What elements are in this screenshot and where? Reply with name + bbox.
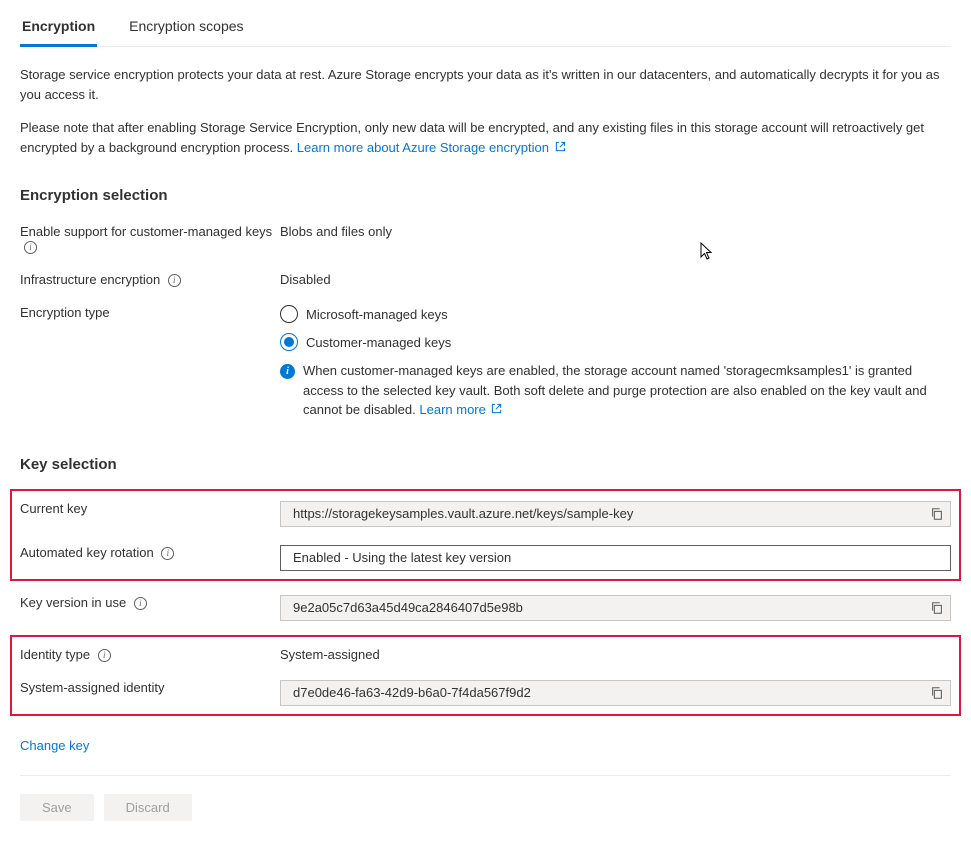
cmk-note-body: When customer-managed keys are enabled, … — [303, 363, 927, 417]
learn-more-encryption-link-text: Learn more about Azure Storage encryptio… — [297, 140, 549, 155]
label-current-key: Current key — [20, 497, 280, 516]
section-heading-key-selection: Key selection — [20, 456, 951, 473]
cmk-note: i When customer-managed keys are enabled… — [280, 361, 951, 420]
row-current-key: Current key — [20, 497, 951, 527]
learn-more-encryption-link[interactable]: Learn more about Azure Storage encryptio… — [297, 140, 566, 155]
row-infra-encryption: Infrastructure encryption i Disabled — [20, 268, 951, 287]
blue-info-icon: i — [280, 364, 295, 379]
info-icon[interactable]: i — [98, 649, 111, 662]
label-key-version-text: Key version in use — [20, 595, 126, 610]
button-row: Save Discard — [20, 794, 951, 821]
tab-encryption[interactable]: Encryption — [20, 10, 97, 47]
label-key-version: Key version in use i — [20, 591, 280, 610]
radio-customer-managed[interactable]: Customer-managed keys — [280, 333, 951, 351]
key-version-input[interactable] — [291, 599, 930, 616]
current-key-field — [280, 501, 951, 527]
cmk-learn-more-link[interactable]: Learn more — [419, 402, 502, 417]
value-key-version — [280, 591, 951, 621]
cmk-note-text: When customer-managed keys are enabled, … — [303, 361, 951, 420]
label-rotation: Automated key rotation i — [20, 541, 280, 560]
info-icon[interactable]: i — [161, 547, 174, 560]
row-sys-identity: System-assigned identity — [20, 676, 951, 706]
label-identity-type-text: Identity type — [20, 647, 90, 662]
intro-paragraph-2: Please note that after enabling Storage … — [20, 118, 951, 157]
highlight-current-key-rotation: Current key Automated key rotation i — [10, 489, 961, 581]
label-encryption-type: Encryption type — [20, 301, 280, 320]
row-rotation: Automated key rotation i — [20, 541, 951, 571]
copy-icon[interactable] — [930, 686, 944, 700]
intro-paragraph-1: Storage service encryption protects your… — [20, 65, 951, 104]
value-rotation — [280, 541, 951, 571]
discard-button[interactable]: Discard — [104, 794, 192, 821]
rotation-input[interactable] — [291, 549, 940, 566]
cmk-learn-more-text: Learn more — [419, 402, 485, 417]
info-icon[interactable]: i — [134, 597, 147, 610]
highlight-identity: Identity type i System-assigned System-a… — [10, 635, 961, 716]
value-cmk-support: Blobs and files only — [280, 220, 951, 239]
key-version-field — [280, 595, 951, 621]
label-infra-encryption-text: Infrastructure encryption — [20, 272, 160, 287]
sys-identity-input[interactable] — [291, 684, 930, 701]
value-current-key — [280, 497, 951, 527]
save-button[interactable]: Save — [20, 794, 94, 821]
change-key-link[interactable]: Change key — [20, 738, 89, 753]
radio-icon — [280, 333, 298, 351]
sys-identity-field — [280, 680, 951, 706]
info-icon[interactable]: i — [168, 274, 181, 287]
radio-icon — [280, 305, 298, 323]
rotation-field[interactable] — [280, 545, 951, 571]
current-key-input[interactable] — [291, 505, 930, 522]
tab-encryption-scopes[interactable]: Encryption scopes — [127, 10, 245, 46]
label-rotation-text: Automated key rotation — [20, 545, 154, 560]
value-identity-type: System-assigned — [280, 643, 951, 662]
label-sys-identity: System-assigned identity — [20, 676, 280, 695]
label-cmk-support: Enable support for customer-managed keys… — [20, 220, 280, 254]
radio-group-encryption-type: Microsoft-managed keys Customer-managed … — [280, 301, 951, 426]
label-infra-encryption: Infrastructure encryption i — [20, 268, 280, 287]
radio-ms-managed-label: Microsoft-managed keys — [306, 307, 448, 322]
info-icon[interactable]: i — [24, 241, 37, 254]
divider — [20, 775, 951, 776]
row-encryption-type: Encryption type Microsoft-managed keys C… — [20, 301, 951, 426]
row-identity-type: Identity type i System-assigned — [20, 643, 951, 662]
row-cmk-support: Enable support for customer-managed keys… — [20, 220, 951, 254]
section-heading-encryption-selection: Encryption selection — [20, 187, 951, 204]
label-identity-type: Identity type i — [20, 643, 280, 662]
value-sys-identity — [280, 676, 951, 706]
copy-icon[interactable] — [930, 507, 944, 521]
value-infra-encryption: Disabled — [280, 268, 951, 287]
external-link-icon — [555, 143, 566, 155]
label-cmk-support-text: Enable support for customer-managed keys — [20, 224, 272, 239]
external-link-icon — [491, 405, 502, 417]
radio-customer-managed-label: Customer-managed keys — [306, 335, 451, 350]
tabs: Encryption Encryption scopes — [20, 10, 951, 47]
blue-info-icon-wrap: i — [280, 362, 295, 379]
row-key-version: Key version in use i — [20, 591, 951, 621]
radio-ms-managed[interactable]: Microsoft-managed keys — [280, 305, 951, 323]
copy-icon[interactable] — [930, 601, 944, 615]
